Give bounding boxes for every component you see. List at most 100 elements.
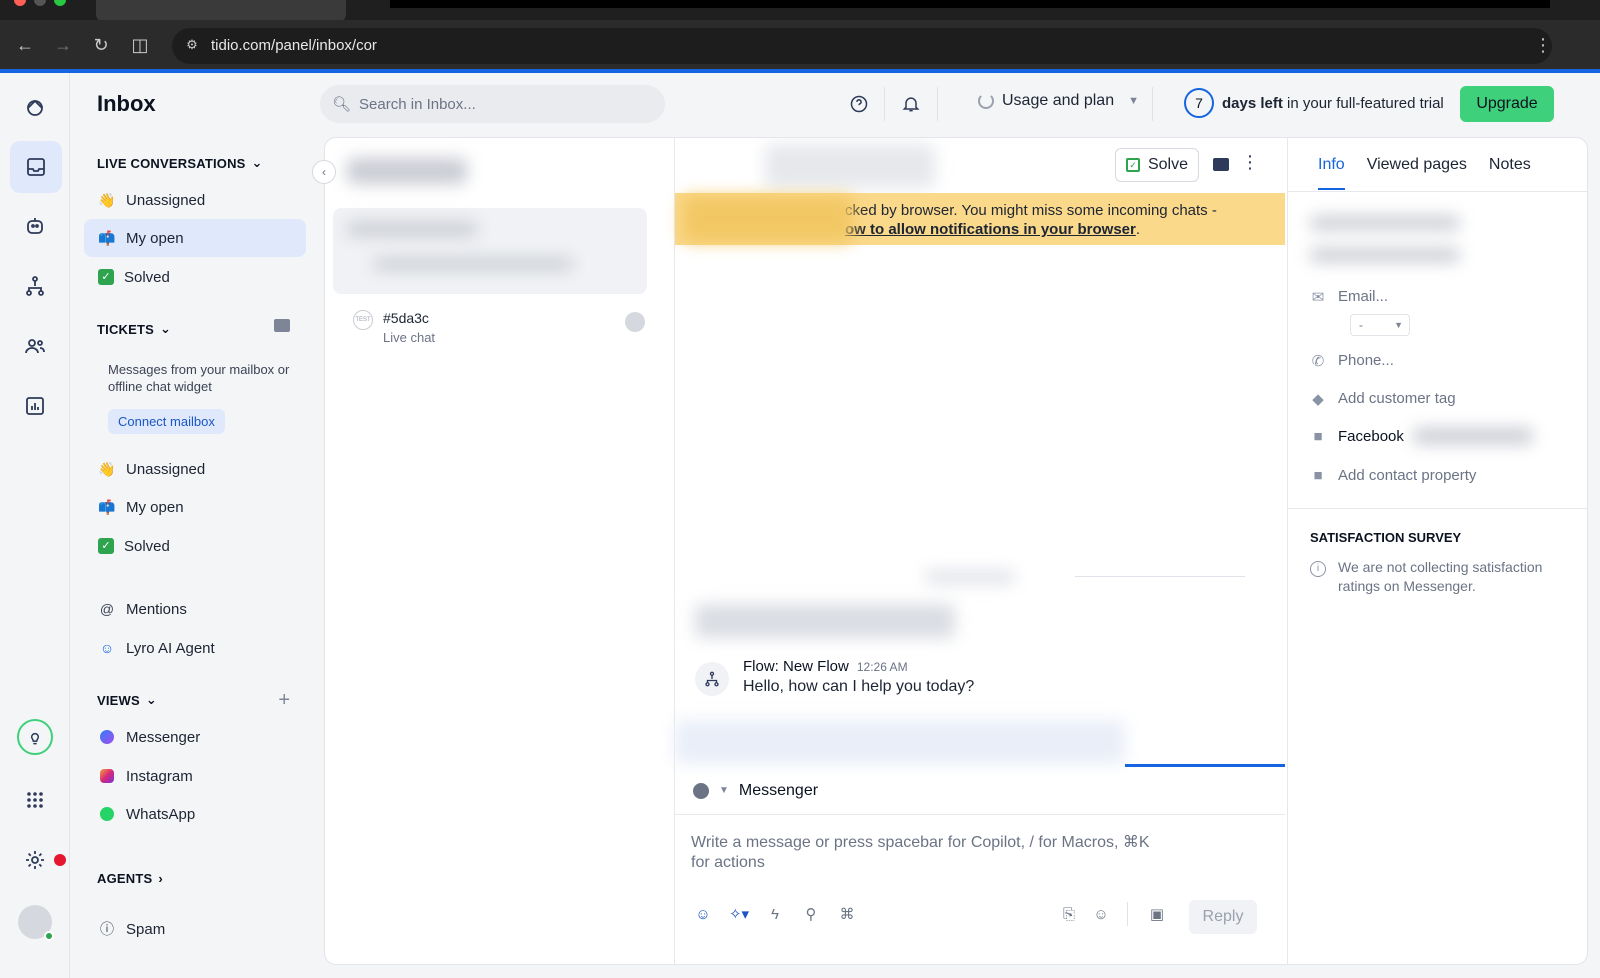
view-messenger-item[interactable]: Messenger	[84, 718, 306, 756]
bot-icon[interactable]	[14, 205, 56, 247]
chevron-down-icon: ⌄	[160, 321, 172, 336]
phone-field[interactable]: ✆ Phone...	[1310, 352, 1394, 370]
online-status-dot	[44, 931, 54, 941]
convert-to-ticket-icon[interactable]	[1213, 158, 1229, 171]
split-view-icon[interactable]: ◫	[127, 32, 153, 58]
live-my-open-item[interactable]: 📫 My open	[84, 219, 306, 257]
flows-icon[interactable]: ⚲	[801, 904, 821, 924]
page-title: Inbox	[97, 91, 156, 116]
email-field[interactable]: ✉ Email...	[1310, 288, 1388, 306]
copilot-bot-icon[interactable]: ☺	[693, 904, 713, 924]
check-icon: ✓	[98, 269, 114, 285]
contact-info-panel: Info Viewed pages Notes ✉ Email... - ▼ ✆…	[1287, 138, 1587, 964]
tab-notes[interactable]: Notes	[1489, 156, 1531, 174]
folder-icon: ■	[1313, 467, 1323, 484]
view-whatsapp-item[interactable]: WhatsApp	[84, 795, 306, 833]
add-customer-tag[interactable]: ◆ Add customer tag	[1310, 390, 1455, 408]
message-input[interactable]: Write a message or press spacebar for Co…	[691, 833, 1171, 873]
channel-selector[interactable]: ▼ Messenger	[675, 767, 1285, 815]
video-call-icon[interactable]: ▣	[1147, 904, 1167, 924]
tickets-solved-item[interactable]: ✓ Solved	[84, 527, 306, 565]
magic-wand-icon[interactable]: ✧▾	[729, 904, 749, 924]
apps-grid-icon[interactable]	[14, 779, 56, 821]
visitor-avatar: TEST	[353, 310, 373, 330]
info-alert-icon: ⓘ	[100, 921, 114, 937]
chevron-down-icon: ⌄	[145, 692, 157, 707]
message-time: 12:26 AM	[856, 660, 908, 674]
live-unassigned-item[interactable]: 👋 Unassigned	[84, 181, 306, 219]
tidio-logo-icon[interactable]	[14, 87, 56, 129]
search-input[interactable]: 🔍︎ Search in Inbox...	[320, 85, 665, 123]
address-bar[interactable]	[172, 28, 1552, 64]
lightning-icon[interactable]: ϟ	[765, 904, 785, 924]
emoji-icon[interactable]: ☺	[1091, 904, 1111, 924]
folder-icon: ■	[1313, 428, 1323, 445]
tag-icon: ◆	[1312, 390, 1324, 408]
live-solved-item[interactable]: ✓ Solved	[84, 258, 306, 296]
agents-heading[interactable]: AGENTS ›	[97, 871, 163, 886]
tickets-heading[interactable]: TICKETS ⌄	[97, 321, 171, 337]
attachment-icon[interactable]: ⎘	[1059, 904, 1079, 924]
add-contact-property[interactable]: ■ Add contact property	[1310, 467, 1476, 484]
messenger-icon	[693, 782, 709, 799]
at-sign-icon: @	[99, 601, 115, 617]
settings-gear-icon[interactable]	[14, 839, 56, 881]
more-options-icon[interactable]: ⋮	[1241, 152, 1259, 173]
view-instagram-item[interactable]: Instagram	[84, 757, 306, 795]
lyro-ai-agent-item[interactable]: ☺ Lyro AI Agent	[84, 629, 306, 667]
add-view-icon[interactable]: +	[278, 690, 290, 710]
help-icon[interactable]	[847, 92, 871, 116]
upgrade-button[interactable]: Upgrade	[1460, 86, 1554, 122]
collapse-sidebar-button[interactable]: ‹	[312, 160, 336, 184]
views-heading[interactable]: VIEWS ⌄	[97, 692, 157, 708]
chevron-down-icon: ⌄	[251, 155, 263, 170]
bot-icon: ☺	[99, 640, 115, 656]
minimize-window-icon[interactable]	[34, 0, 46, 6]
solve-button[interactable]: ✓ Solve	[1115, 148, 1199, 182]
contacts-icon[interactable]	[14, 325, 56, 367]
close-window-icon[interactable]	[14, 0, 26, 6]
caret-down-icon: ▼	[719, 785, 729, 796]
tickets-my-open-item[interactable]: 📫 My open	[84, 488, 306, 526]
new-ticket-icon[interactable]	[274, 319, 290, 332]
notification-help-link[interactable]: ow to allow notifications in your browse…	[845, 221, 1136, 238]
inbox-sidebar: Inbox LIVE CONVERSATIONS ⌄ 👋 Unassigned 📫…	[70, 73, 320, 978]
chevron-right-icon: ›	[158, 871, 163, 886]
browser-menu-icon[interactable]: ⋮	[1530, 32, 1556, 58]
icon-rail	[0, 73, 70, 978]
flow-icon	[695, 662, 729, 696]
site-settings-icon[interactable]: ⚙	[182, 35, 202, 55]
url-text[interactable]: tidio.com/panel/inbox/cor	[211, 33, 377, 59]
back-icon[interactable]: ←	[12, 32, 38, 58]
tickets-unassigned-item[interactable]: 👋 Unassigned	[84, 450, 306, 488]
live-conversations-heading[interactable]: LIVE CONVERSATIONS ⌄	[97, 155, 263, 171]
reply-button[interactable]: Reply	[1189, 900, 1257, 934]
bell-icon[interactable]	[899, 92, 923, 116]
lightbulb-icon[interactable]	[17, 719, 53, 755]
email-select[interactable]: - ▼	[1350, 314, 1410, 336]
conversation-list: TEST #5da3c Live chat	[325, 138, 675, 964]
usage-progress-icon	[978, 93, 994, 109]
inbox-card: TEST #5da3c Live chat ✓ Solve ⋮ cked by …	[324, 137, 1588, 965]
analytics-icon[interactable]	[14, 385, 56, 427]
conversation-item[interactable]: TEST #5da3c Live chat	[339, 310, 661, 370]
browser-tab[interactable]	[96, 0, 346, 22]
usage-and-plan-button[interactable]: Usage and plan ▼	[978, 92, 1139, 110]
maximize-window-icon[interactable]	[54, 0, 66, 6]
spam-item[interactable]: ⓘ Spam	[84, 910, 306, 948]
reload-icon[interactable]: ↻	[88, 32, 114, 58]
selected-conversation[interactable]	[333, 208, 647, 294]
conversation-id: #5da3c	[383, 310, 429, 326]
forward-icon[interactable]: →	[50, 32, 76, 58]
tab-info[interactable]: Info	[1318, 156, 1345, 190]
mailbox-icon: 📫	[98, 229, 116, 246]
mentions-item[interactable]: @ Mentions	[84, 590, 306, 628]
command-icon[interactable]: ⌘	[837, 904, 857, 924]
connect-mailbox-button[interactable]: Connect mailbox	[108, 409, 225, 434]
caret-down-icon: ▼	[1394, 320, 1403, 330]
chat-panel: ✓ Solve ⋮ cked by browser. You might mis…	[675, 138, 1285, 964]
flows-icon[interactable]	[14, 265, 56, 307]
inbox-icon[interactable]	[10, 141, 62, 193]
tab-viewed-pages[interactable]: Viewed pages	[1367, 156, 1467, 174]
mailbox-icon: 📫	[98, 498, 116, 515]
